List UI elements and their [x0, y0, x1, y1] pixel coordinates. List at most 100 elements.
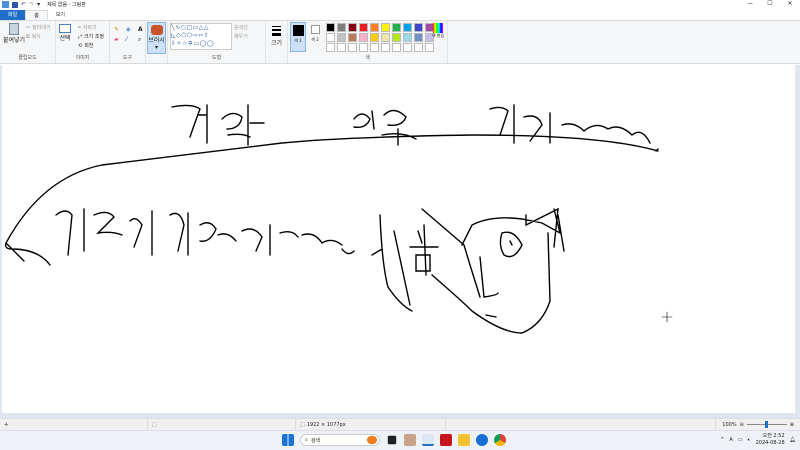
palette-swatch[interactable] [392, 43, 401, 52]
shapes-gallery[interactable]: ╲∿○□▭△△ ◺◇⬠⬡⇨⇦⇧ ⇩✧☆✡▭◯◯ [170, 23, 232, 50]
palette-swatch[interactable] [337, 23, 346, 32]
pencil-icon[interactable]: ✎ [114, 26, 123, 33]
network-icon[interactable]: ▭ [738, 437, 743, 443]
zoom-level: 100% [722, 421, 737, 428]
palette-swatch[interactable] [359, 33, 368, 42]
status-bar: ✛ ⬚ ⬚ 1922 × 1077px 100% ⊖ ⊕ [0, 418, 800, 430]
palette-swatch[interactable] [403, 33, 412, 42]
paint-taskbar-icon[interactable] [422, 434, 434, 446]
stroke-top-text-2 [353, 109, 417, 146]
color1-swatch [292, 25, 304, 36]
colors-group-label: 색 [365, 55, 370, 61]
palette-swatch[interactable] [348, 33, 357, 42]
palette-swatch[interactable] [337, 33, 346, 42]
brush-icon [150, 25, 163, 35]
rotate-button[interactable]: ⟲ 회전 [78, 41, 104, 50]
palette-swatch[interactable] [392, 33, 401, 42]
clipboard-icon [9, 23, 20, 35]
palette-swatch[interactable] [414, 33, 423, 42]
zoom-out-button[interactable]: ⊖ [740, 422, 744, 428]
palette-swatch[interactable] [359, 23, 368, 32]
zoom-in-button[interactable]: ⊕ [790, 422, 794, 428]
palette-swatch[interactable] [403, 23, 412, 32]
tab-home[interactable]: 홈 [25, 10, 48, 20]
taskbar-search[interactable]: ⌕ 검색 [300, 434, 380, 446]
palette-swatch[interactable] [403, 43, 412, 52]
close-button[interactable]: ✕ [780, 0, 800, 7]
palette-swatch[interactable] [326, 43, 335, 52]
ime-icon[interactable]: A [729, 437, 732, 443]
brush-button[interactable]: 브러시 ▾ [147, 22, 166, 54]
edit-colors-button[interactable]: 색 편집 [431, 23, 445, 39]
stroke-top-text-1 [171, 104, 265, 146]
clock[interactable]: 오전 2:52 2024-08-28 [756, 433, 785, 447]
fill-button[interactable]: 채우기 [234, 32, 248, 41]
undo-icon[interactable]: ↶ [21, 1, 26, 8]
tab-file[interactable]: 파일 [0, 10, 26, 20]
select-button[interactable]: 선택 [59, 24, 71, 42]
maximize-button[interactable]: ☐ [760, 0, 780, 7]
tray-overflow-icon[interactable]: ^ [720, 437, 724, 443]
tab-view[interactable]: 보기 [48, 10, 73, 20]
ribbon-tabs: 파일 홈 보기 [0, 9, 800, 20]
start-windows-icon[interactable] [282, 434, 294, 446]
palette-swatch[interactable] [370, 43, 379, 52]
cursor-position-icon: ✛ [4, 421, 9, 428]
select-label: 선택 [59, 35, 71, 42]
fill-bucket-icon[interactable]: ◈ [126, 26, 135, 33]
palette-swatch[interactable] [414, 23, 423, 32]
zoom-slider[interactable] [746, 421, 787, 428]
minimize-button[interactable]: — [740, 0, 760, 7]
palette-swatch[interactable] [359, 43, 368, 52]
stroke-top-text-3 [489, 104, 659, 152]
copy-button[interactable]: ⧉ 복사 [26, 32, 51, 41]
copy-icon: ⧉ [26, 33, 30, 40]
acrobat-icon[interactable] [440, 434, 452, 446]
resize-button[interactable]: ⤢ 크기 조정 [78, 32, 104, 41]
colors-group: 색 1 색 2 색 편집 색 [288, 21, 448, 63]
palette-swatch[interactable] [370, 23, 379, 32]
palette-swatch[interactable] [392, 23, 401, 32]
stroke-arrow-curve [4, 134, 659, 266]
redo-icon[interactable]: ↷ [29, 1, 34, 8]
palette-swatch[interactable] [348, 23, 357, 32]
palette-swatch[interactable] [326, 23, 335, 32]
drawing-canvas[interactable] [2, 65, 795, 413]
task-view-icon[interactable] [387, 435, 397, 445]
cut-button[interactable]: ✂ 잘라내기 [26, 23, 51, 32]
color-picker-icon[interactable]: ⁄ [126, 36, 135, 44]
fill-label: 채우기 [234, 34, 248, 40]
edge-app-icon[interactable] [476, 434, 488, 446]
palette-swatch[interactable] [348, 43, 357, 52]
palette-swatch[interactable] [425, 43, 434, 52]
clipboard-group-label: 클립보드 [18, 55, 37, 61]
palette-swatch[interactable] [326, 33, 335, 42]
notification-bell-icon[interactable]: 🔔︎ [790, 437, 796, 443]
palette-swatch[interactable] [337, 43, 346, 52]
color-palette [326, 23, 435, 52]
paste-button[interactable]: 붙여넣기 [3, 23, 25, 44]
search-icon: ⌕ [305, 437, 308, 443]
selection-size-icon: ⬚ [152, 421, 157, 428]
save-icon[interactable] [12, 1, 18, 8]
palette-swatch[interactable] [381, 33, 390, 42]
zoom-slider-thumb[interactable] [764, 421, 768, 428]
size-button[interactable]: 크기 [266, 21, 288, 63]
outline-button[interactable]: 윤곽선 [234, 23, 248, 32]
volume-icon[interactable]: 🔈︎ [748, 437, 751, 443]
palette-swatch[interactable] [381, 43, 390, 52]
eraser-icon[interactable]: ▰ [114, 36, 123, 44]
palette-swatch[interactable] [381, 23, 390, 32]
palette-swatch[interactable] [370, 33, 379, 42]
scissors-icon: ✂ [26, 24, 31, 31]
minecraft-icon[interactable] [404, 434, 416, 446]
color2-button[interactable]: 색 2 [308, 22, 322, 52]
file-explorer-icon[interactable] [458, 434, 470, 446]
palette-swatch[interactable] [414, 43, 423, 52]
rotate-label: 회전 [84, 43, 94, 49]
color1-button[interactable]: 색 1 [290, 22, 306, 52]
crop-button[interactable]: ⌗ 자르기 [78, 23, 104, 32]
image-size-icon: ⬚ [300, 421, 305, 428]
chrome-icon[interactable] [494, 434, 506, 446]
quick-access-dropdown-icon[interactable]: ▾ [37, 1, 40, 8]
